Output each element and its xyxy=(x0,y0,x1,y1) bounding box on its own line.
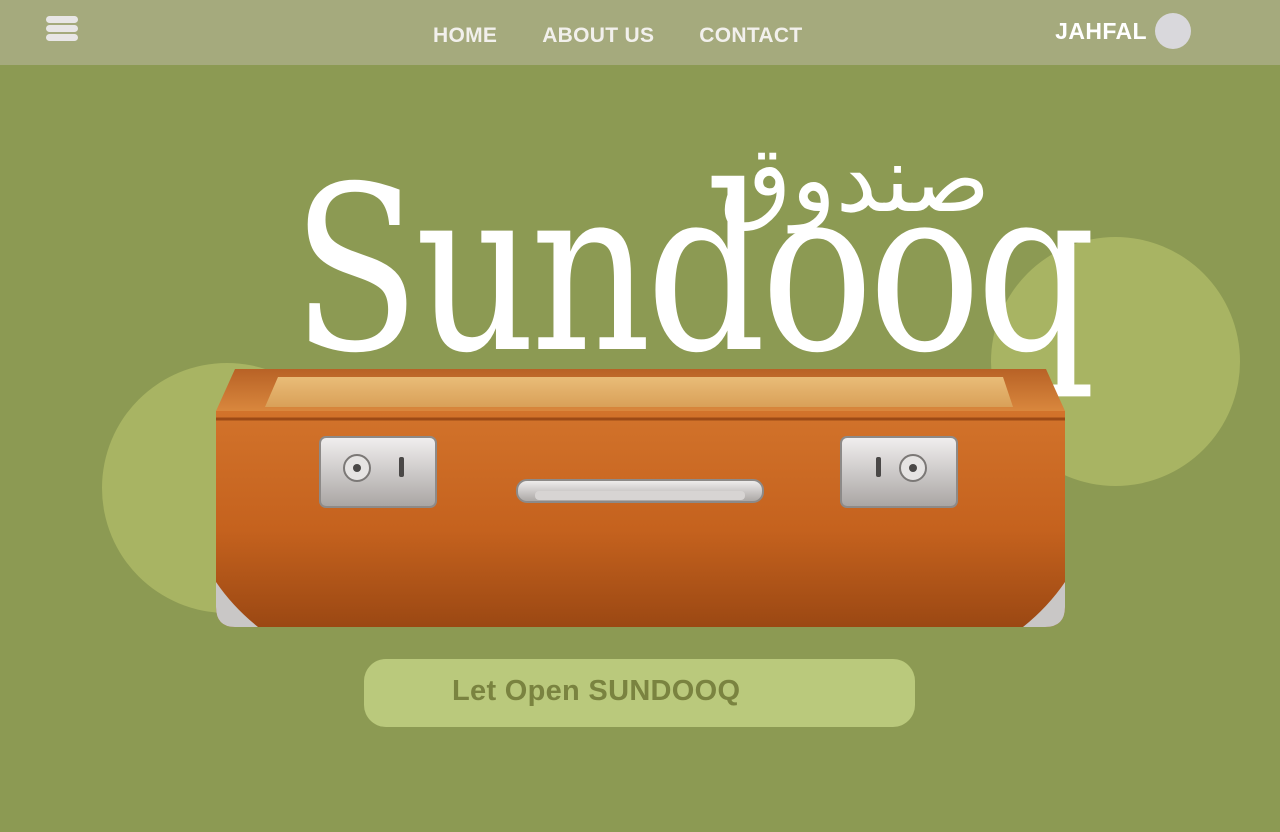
user-name[interactable]: JAHFAL xyxy=(1055,18,1147,45)
open-sundooq-button[interactable]: Let Open SUNDOOQ xyxy=(364,659,915,727)
main-nav: HOME ABOUT US CONTACT xyxy=(433,24,802,48)
hamburger-menu-icon[interactable] xyxy=(46,16,79,43)
user-account[interactable]: JAHFAL xyxy=(1055,13,1191,49)
nav-contact-link[interactable]: CONTACT xyxy=(699,24,802,48)
brand-logo: صندوق Sundooq xyxy=(180,130,1100,403)
cta-label: Let Open SUNDOOQ xyxy=(452,675,741,707)
top-bar: HOME ABOUT US CONTACT JAHFAL xyxy=(0,0,1280,65)
suitcase-illustration xyxy=(216,369,1065,627)
nav-home-link[interactable]: HOME xyxy=(433,24,497,48)
avatar[interactable] xyxy=(1155,13,1191,49)
nav-about-link[interactable]: ABOUT US xyxy=(542,24,654,48)
landing-page: HOME ABOUT US CONTACT JAHFAL صندوق Sundo… xyxy=(0,0,1280,832)
logo-latin-text: Sundooq xyxy=(292,137,1096,403)
